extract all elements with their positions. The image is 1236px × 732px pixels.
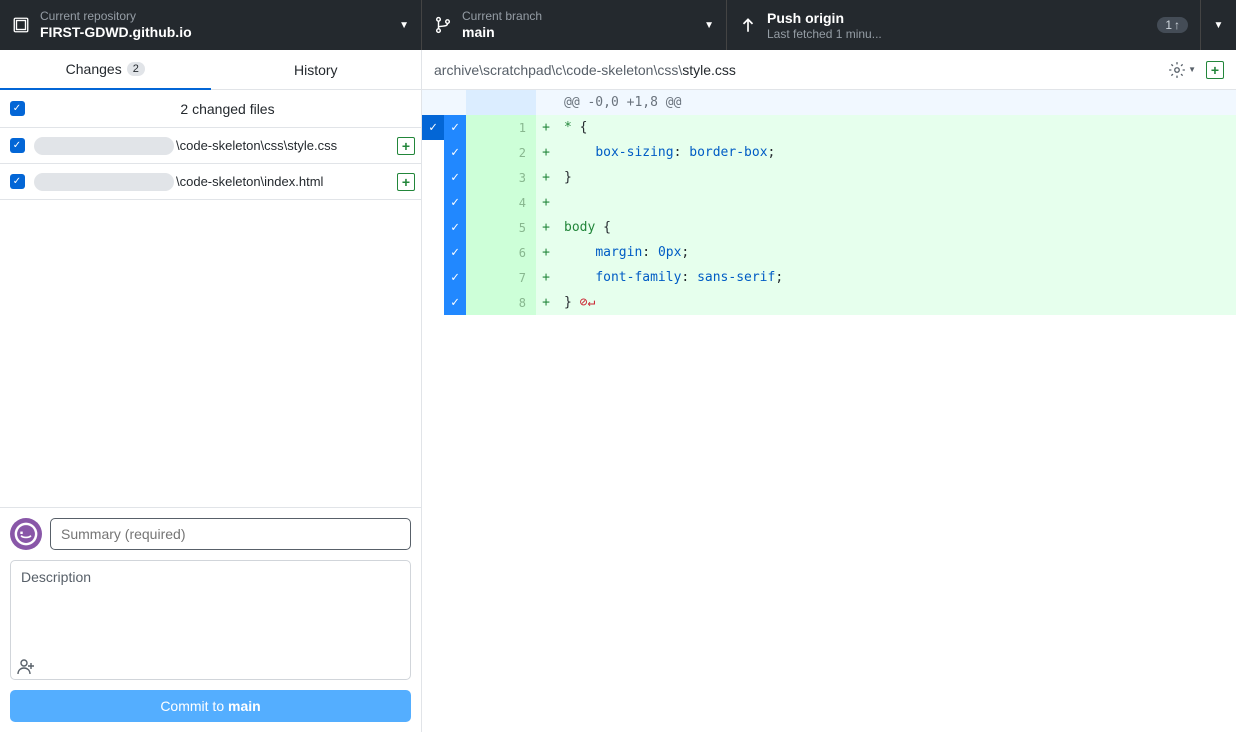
- file-checkbox[interactable]: ✓: [10, 138, 25, 153]
- diff-line[interactable]: ✓ 2+ box-sizing: border-box;: [422, 140, 1236, 165]
- commit-panel: Description Commit to main: [0, 507, 421, 732]
- file-row[interactable]: ✓ \code-skeleton\css\style.css +: [0, 128, 421, 164]
- diff-file-path: archive\scratchpad\c\code-skeleton\css\s…: [434, 62, 736, 78]
- diff-line[interactable]: ✓ 7+ font-family: sans-serif;: [422, 265, 1236, 290]
- push-count-badge: 1↑: [1157, 17, 1188, 33]
- line-check-icon[interactable]: ✓: [422, 115, 444, 140]
- app-header: Current repository FIRST-GDWD.github.io …: [0, 0, 1236, 50]
- file-path: \code-skeleton\index.html: [176, 174, 323, 189]
- diff-settings-button[interactable]: ▼: [1168, 61, 1196, 79]
- commit-description-input[interactable]: Description: [10, 560, 411, 680]
- add-coauthor-icon[interactable]: [17, 657, 404, 675]
- expand-icon[interactable]: +: [1206, 61, 1224, 79]
- tab-changes[interactable]: Changes 2: [0, 50, 211, 90]
- commit-button[interactable]: Commit to main: [10, 690, 411, 722]
- repo-name: FIRST-GDWD.github.io: [40, 23, 391, 41]
- diff-panel: archive\scratchpad\c\code-skeleton\css\s…: [422, 50, 1236, 732]
- file-row[interactable]: ✓ \code-skeleton\index.html +: [0, 164, 421, 200]
- line-check-icon[interactable]: ✓: [444, 165, 466, 190]
- push-button[interactable]: Push origin Last fetched 1 minu... 1↑: [727, 0, 1200, 50]
- line-check-icon[interactable]: ✓: [444, 240, 466, 265]
- repo-label: Current repository: [40, 9, 391, 23]
- gear-icon: [1168, 61, 1186, 79]
- files-count-text: 2 changed files: [34, 101, 421, 117]
- line-check-icon[interactable]: ✓: [444, 265, 466, 290]
- files-header-row: ✓ 2 changed files: [0, 90, 421, 128]
- diff-line[interactable]: ✓ 3+ }: [422, 165, 1236, 190]
- diff-line[interactable]: ✓ 6+ margin: 0px;: [422, 240, 1236, 265]
- added-icon: +: [397, 173, 415, 191]
- diff-line[interactable]: ✓ 8+ } ⊘↵: [422, 290, 1236, 315]
- chevron-down-icon: ▼: [1188, 65, 1196, 74]
- line-check-icon[interactable]: ✓: [444, 290, 466, 315]
- file-checkbox[interactable]: ✓: [10, 174, 25, 189]
- diff-line[interactable]: ✓✓ 1+ * {: [422, 115, 1236, 140]
- no-newline-icon: ⊘↵: [580, 295, 596, 310]
- added-icon: +: [397, 137, 415, 155]
- push-dropdown[interactable]: ▼: [1200, 0, 1236, 50]
- push-label: Push origin: [767, 9, 1149, 27]
- select-all-checkbox[interactable]: ✓: [10, 101, 25, 116]
- chevron-down-icon: ▼: [704, 20, 714, 31]
- branch-icon: [434, 16, 452, 34]
- line-check-icon[interactable]: ✓: [444, 190, 466, 215]
- branch-label: Current branch: [462, 9, 696, 23]
- avatar: [10, 518, 42, 550]
- diff-line[interactable]: ✓ 5+ body {: [422, 215, 1236, 240]
- branch-selector[interactable]: Current branch main ▼: [422, 0, 727, 50]
- repo-selector[interactable]: Current repository FIRST-GDWD.github.io …: [0, 0, 422, 50]
- diff-line[interactable]: ✓ 4+: [422, 190, 1236, 215]
- sidebar: Changes 2 History ✓ 2 changed files ✓ \c…: [0, 50, 422, 732]
- diff-hunk-header: @@ -0,0 +1,8 @@: [422, 90, 1236, 115]
- branch-name: main: [462, 23, 696, 41]
- commit-summary-input[interactable]: [50, 518, 411, 550]
- file-path: \code-skeleton\css\style.css: [176, 138, 337, 153]
- changes-count-badge: 2: [127, 62, 145, 76]
- push-up-icon: [739, 16, 757, 34]
- line-check-icon[interactable]: ✓: [444, 215, 466, 240]
- repo-icon: [12, 16, 30, 34]
- push-sublabel: Last fetched 1 minu...: [767, 27, 1149, 41]
- redacted-path: [34, 173, 174, 191]
- chevron-down-icon: ▼: [1214, 20, 1224, 31]
- tab-history[interactable]: History: [211, 50, 422, 90]
- chevron-down-icon: ▼: [399, 20, 409, 31]
- line-check-icon[interactable]: ✓: [444, 140, 466, 165]
- diff-body: @@ -0,0 +1,8 @@ ✓✓ 1+ * { ✓ 2+ box-sizin…: [422, 90, 1236, 315]
- line-check-icon[interactable]: ✓: [444, 115, 466, 140]
- redacted-path: [34, 137, 174, 155]
